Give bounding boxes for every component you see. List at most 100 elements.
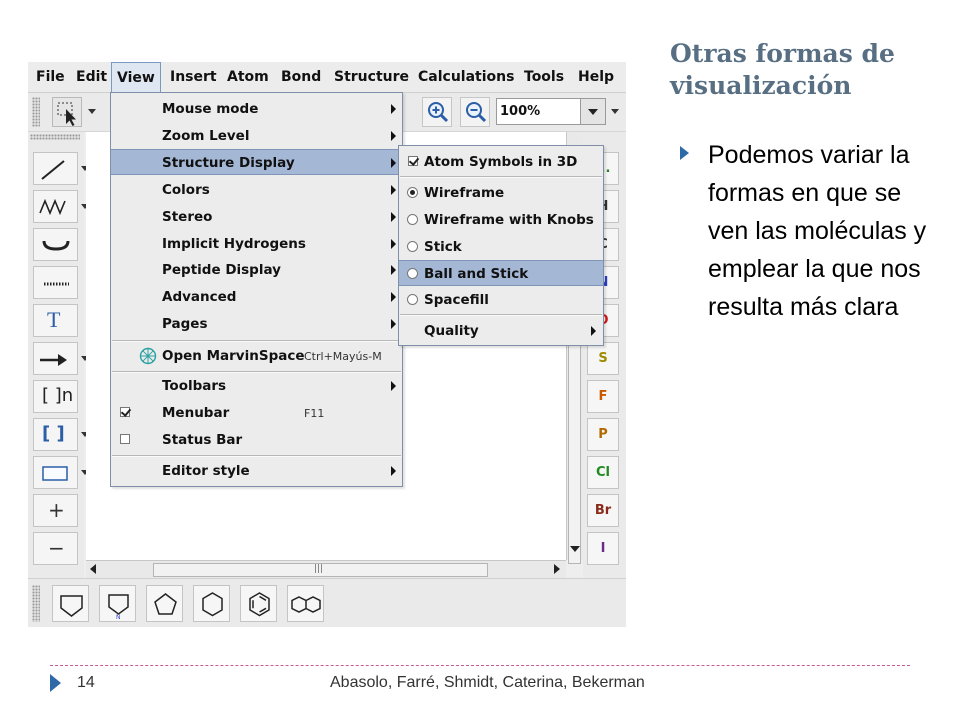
structure-display-submenu: Atom Symbols in 3D Wireframe Wireframe w… [398, 145, 604, 346]
menu-item-wireframe-with-knobs[interactable]: Wireframe with Knobs [399, 207, 603, 233]
brackets-icon: [ ] [42, 423, 65, 444]
menu-item-label: Zoom Level [162, 128, 250, 144]
menu-separator [112, 455, 401, 457]
zoom-minus-button[interactable]: − [33, 532, 78, 565]
benzene-template-button[interactable] [240, 585, 277, 622]
menu-item-zoom-level[interactable]: Zoom Level [111, 123, 402, 149]
submenu-arrow-icon [391, 319, 396, 329]
menu-item-editor-style[interactable]: Editor style [111, 458, 402, 484]
scroll-down-icon[interactable] [570, 546, 580, 552]
menu-item-peptide-display[interactable]: Peptide Display [111, 257, 402, 283]
zoom-dropdown-button[interactable] [580, 99, 605, 124]
arrow-tool-button[interactable] [33, 342, 89, 375]
menu-atom[interactable]: Atom [227, 69, 269, 85]
menu-item-open-marvinspace[interactable]: Open MarvinSpace Ctrl+Mayús-M [111, 343, 402, 369]
menu-file[interactable]: File [36, 69, 65, 85]
chain-icon [39, 198, 66, 216]
zoom-combo-box[interactable]: 100% [496, 98, 606, 125]
footer-arrow-icon [50, 674, 61, 692]
footer-divider [50, 665, 910, 666]
menu-help[interactable]: Help [578, 69, 614, 85]
menu-item-structure-display[interactable]: Structure Display [111, 149, 402, 175]
rectangle-tool-button[interactable] [33, 456, 89, 489]
bracket-curve-tool-button[interactable] [33, 228, 78, 261]
menu-item-label: Pages [162, 316, 208, 332]
menu-item-implicit-hydrogens[interactable]: Implicit Hydrogens [111, 231, 402, 257]
menu-item-stereo[interactable]: Stereo [111, 204, 402, 230]
element-p-button[interactable]: P [587, 418, 619, 451]
pentagon-template-button[interactable] [146, 585, 183, 622]
menu-view[interactable]: View [111, 62, 161, 92]
ring-toolbar-grip-icon[interactable] [32, 585, 40, 622]
zoom-plus-button[interactable]: + [33, 494, 78, 527]
menu-item-stick[interactable]: Stick [399, 234, 603, 260]
toolbar-grip-icon[interactable] [32, 97, 40, 127]
menubar: File Edit View Insert Atom Bond Structur… [28, 62, 626, 93]
horizontal-scrollbar[interactable]: ||| [86, 560, 566, 578]
bracket-tool-button[interactable]: [ ] [33, 418, 89, 451]
submenu-arrow-icon [391, 158, 396, 168]
element-f-button[interactable]: F [587, 380, 619, 413]
menu-item-colors[interactable]: Colors [111, 177, 402, 203]
zoom-in-icon [428, 102, 449, 123]
radio-unselected-icon [407, 268, 418, 279]
ring-templates-toolbar: N [28, 578, 626, 627]
menu-edit[interactable]: Edit [76, 69, 107, 85]
menu-item-atom-symbols-3d[interactable]: Atom Symbols in 3D [399, 149, 603, 175]
checkbox-unchecked-icon [120, 434, 130, 444]
checkbox-checked-icon [408, 156, 418, 166]
menu-tools[interactable]: Tools [524, 69, 564, 85]
submenu-arrow-icon [591, 326, 596, 336]
line-tool-button[interactable] [33, 152, 89, 185]
menu-structure[interactable]: Structure [334, 69, 409, 85]
menu-item-status-bar[interactable]: Status Bar [111, 427, 402, 453]
menu-item-shortcut: F11 [304, 407, 325, 420]
naphthalene-template-button[interactable] [287, 585, 324, 622]
pyrrole-template-button[interactable] [52, 585, 89, 622]
text-tool-button[interactable]: T [33, 304, 78, 337]
menu-item-quality[interactable]: Quality [399, 318, 603, 344]
menu-item-spacefill[interactable]: Spacefill [399, 287, 603, 313]
scroll-grip-icon: ||| [314, 564, 324, 574]
line-icon [41, 160, 65, 180]
pentagon-icon [154, 593, 177, 615]
zoom-out-button[interactable] [460, 97, 490, 127]
pyrrole-n-template-button[interactable]: N [99, 585, 136, 622]
menu-item-advanced[interactable]: Advanced [111, 284, 402, 310]
dashed-bond-tool-button[interactable] [33, 266, 78, 299]
zoom-in-button[interactable] [422, 97, 452, 127]
chain-tool-button[interactable] [33, 190, 89, 223]
marvinspace-icon [139, 347, 157, 365]
scroll-right-icon[interactable] [554, 564, 560, 574]
menu-item-pages[interactable]: Pages [111, 311, 402, 337]
menu-item-toolbars[interactable]: Toolbars [111, 373, 402, 399]
horizontal-scroll-thumb[interactable]: ||| [153, 563, 488, 577]
menu-calculations[interactable]: Calculations [418, 69, 514, 85]
menu-bond[interactable]: Bond [281, 69, 321, 85]
element-br-button[interactable]: Br [587, 494, 619, 527]
menu-item-menubar[interactable]: Menubar F11 [111, 400, 402, 426]
scroll-left-icon[interactable] [90, 564, 96, 574]
sgroup-bracket-tool-button[interactable]: [ ]n [33, 380, 78, 413]
menu-separator [112, 340, 401, 342]
toolbar-overflow-icon[interactable] [611, 109, 619, 114]
slide-title: Otras formas de visualización [670, 38, 950, 102]
element-cl-button[interactable]: Cl [587, 456, 619, 489]
menu-item-mouse-mode[interactable]: Mouse mode [111, 96, 402, 122]
selection-tool-button[interactable] [52, 97, 82, 127]
menu-item-ball-and-stick[interactable]: Ball and Stick [399, 260, 603, 286]
chevron-down-icon [588, 109, 598, 115]
menu-item-wireframe[interactable]: Wireframe [399, 180, 603, 206]
left-panel-grip-icon[interactable] [30, 134, 80, 140]
radio-selected-icon [407, 187, 418, 198]
menu-insert[interactable]: Insert [170, 69, 217, 85]
element-i-button[interactable]: I [587, 532, 619, 565]
submenu-arrow-icon [391, 239, 396, 249]
selection-dropdown-icon[interactable] [88, 109, 96, 114]
hexagon-template-button[interactable] [193, 585, 230, 622]
element-s-button[interactable]: S [587, 342, 619, 375]
submenu-arrow-icon [391, 381, 396, 391]
benzene-icon [249, 592, 270, 617]
menu-item-label: Status Bar [162, 432, 243, 448]
hexagon-icon [202, 592, 223, 617]
